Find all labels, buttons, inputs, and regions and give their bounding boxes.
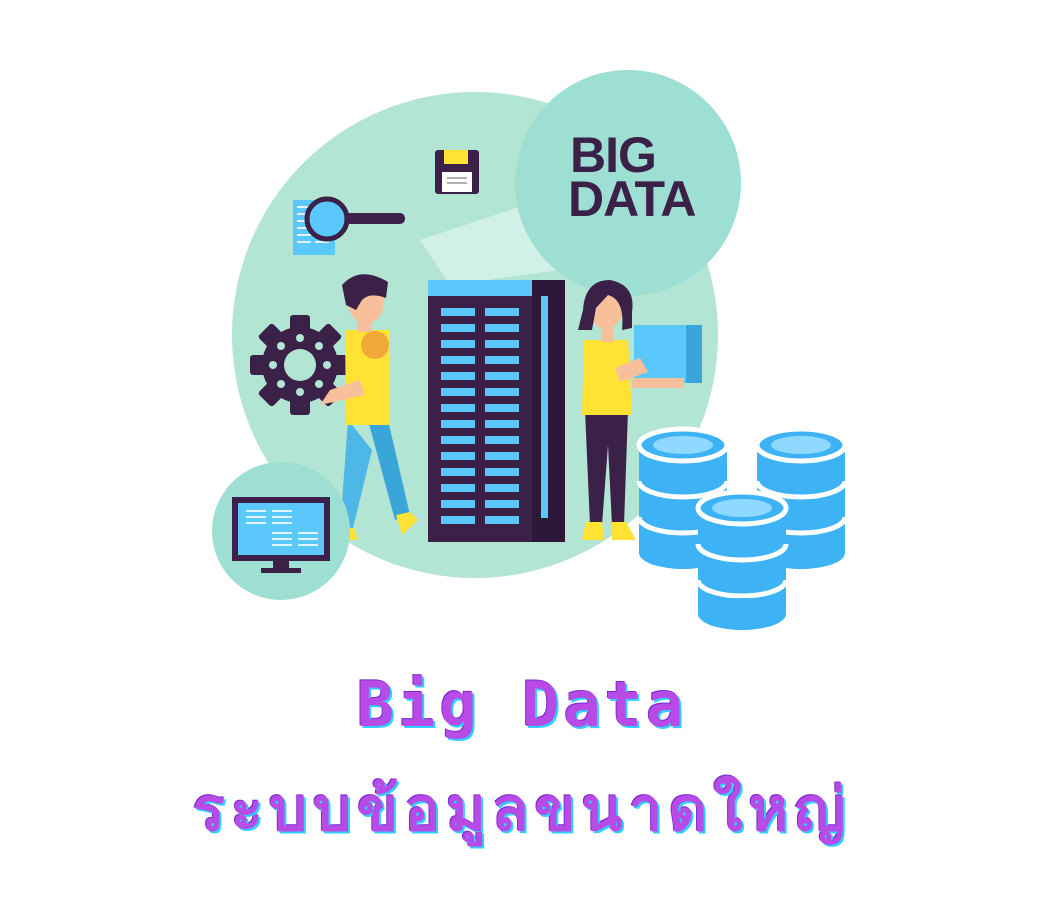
server-rack — [428, 280, 565, 542]
caption-title: Big Data — [356, 668, 688, 741]
database-icon-front — [695, 489, 789, 630]
caption-subtitle: ระบบข้อมูลขนาดใหญ่ — [192, 775, 852, 845]
badge-line2: DATA — [568, 171, 695, 227]
big-data-illustration: BIG DATA — [212, 70, 848, 630]
floppy-disk-icon — [435, 150, 479, 194]
